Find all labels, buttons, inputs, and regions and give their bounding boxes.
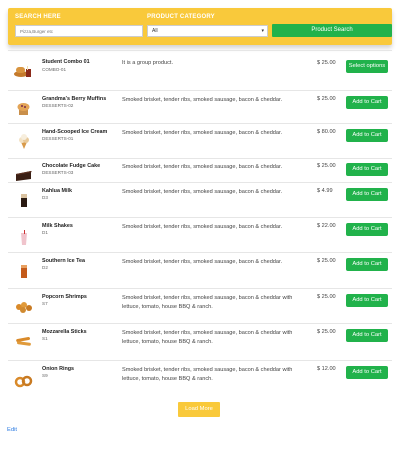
category-selected-value: All (152, 28, 158, 34)
product-description: Smoked brisket, tender ribs, smoked saus… (122, 367, 293, 382)
product-code: S9 (42, 373, 48, 378)
product-name: Grandma's Berry Muffins (42, 96, 107, 102)
product-price: $ 4.99 (317, 188, 333, 194)
product-price: $ 25.00 (317, 60, 336, 66)
chevron-down-icon: ▾ (261, 28, 264, 34)
product-price: $ 25.00 (317, 258, 336, 264)
kahlua-milk-image (13, 192, 35, 208)
product-category-label: PRODUCT CATEGORY (147, 14, 215, 20)
muffin-image (13, 100, 35, 116)
table-row: Popcorn Shrimps S7 Smoked brisket, tende… (8, 288, 392, 323)
product-description: Smoked brisket, tender ribs, smoked saus… (122, 97, 283, 103)
product-code: DESSERTS-01 (42, 136, 74, 141)
search-input[interactable] (15, 25, 143, 37)
product-search-button[interactable]: Product Search (272, 24, 392, 37)
product-code: DESSERTS-03 (42, 170, 74, 175)
product-description: Smoked brisket, tender ribs, smoked saus… (122, 164, 283, 170)
product-price: $ 12.00 (317, 366, 336, 372)
product-description: Smoked brisket, tender ribs, smoked saus… (122, 130, 283, 136)
popcorn-shrimp-image (13, 298, 35, 314)
table-row: Hand-Scooped Ice Cream DESSERTS-01 Smoke… (8, 123, 392, 158)
product-description: Smoked brisket, tender ribs, smoked saus… (122, 189, 283, 195)
product-name: Mozzarella Sticks (42, 329, 87, 335)
add-to-cart-button[interactable]: Add to Cart (346, 329, 388, 342)
product-code: S7 (42, 301, 48, 306)
product-name: Milk Shakes (42, 223, 73, 229)
table-row: Kahlua Milk D3 Smoked brisket, tender ri… (8, 182, 392, 217)
product-category-select[interactable]: All ▾ (147, 25, 268, 37)
add-to-cart-button[interactable]: Add to Cart (346, 96, 388, 109)
product-price: $ 80.00 (317, 129, 336, 135)
milk-shake-image (13, 230, 35, 246)
product-name: Onion Rings (42, 366, 75, 372)
add-to-cart-button[interactable]: Add to Cart (346, 129, 388, 142)
mozzarella-sticks-image (13, 333, 35, 349)
ice-tea-image (13, 263, 35, 279)
product-description: Smoked brisket, tender ribs, smoked saus… (122, 295, 293, 310)
product-name: Popcorn Shrimps (42, 294, 87, 300)
search-label: SEARCH HERE (15, 14, 61, 20)
product-price: $ 25.00 (317, 329, 336, 335)
product-code: S1 (42, 336, 48, 341)
product-code: DESSERTS-02 (42, 103, 74, 108)
product-name: Southern Ice Tea (42, 258, 86, 264)
product-price: $ 25.00 (317, 294, 336, 300)
load-more-button[interactable]: Load More (178, 402, 220, 417)
fudge-cake-image (13, 166, 35, 182)
product-name: Chocolate Fudge Cake (42, 163, 101, 169)
ice-cream-image (13, 133, 35, 149)
add-to-cart-button[interactable]: Add to Cart (346, 163, 388, 176)
product-name: Hand-Scooped Ice Cream (42, 129, 108, 135)
select-options-button[interactable]: Select options (346, 60, 388, 73)
edit-link[interactable]: Edit (7, 427, 17, 433)
product-name: Student Combo 01 (42, 59, 90, 65)
search-panel: SEARCH HERE PRODUCT CATEGORY All ▾ Produ… (8, 8, 392, 45)
product-description: Smoked brisket, tender ribs, smoked saus… (122, 330, 293, 345)
product-price: $ 22.00 (317, 223, 336, 229)
add-to-cart-button[interactable]: Add to Cart (346, 223, 388, 236)
table-row: Grandma's Berry Muffins DESSERTS-02 Smok… (8, 90, 392, 123)
product-price: $ 25.00 (317, 163, 336, 169)
product-code: D1 (42, 230, 48, 235)
product-price: $ 25.00 (317, 96, 336, 102)
onion-rings-image (13, 373, 35, 389)
add-to-cart-button[interactable]: Add to Cart (346, 258, 388, 271)
table-row: Mozzarella Sticks S1 Smoked brisket, ten… (8, 323, 392, 360)
add-to-cart-button[interactable]: Add to Cart (346, 188, 388, 201)
product-description: Smoked brisket, tender ribs, smoked saus… (122, 224, 283, 230)
table-row: Chocolate Fudge Cake DESSERTS-03 Smoked … (8, 158, 392, 182)
table-row: Southern Ice Tea D2 Smoked brisket, tend… (8, 252, 392, 288)
table-row: Onion Rings S9 Smoked brisket, tender ri… (8, 360, 392, 400)
table-row: Milk Shakes D1 Smoked brisket, tender ri… (8, 217, 392, 252)
add-to-cart-button[interactable]: Add to Cart (346, 366, 388, 379)
table-row: Student Combo 01 COMBO-01 It is a group … (8, 50, 392, 90)
combo-image (13, 63, 35, 79)
product-description: Smoked brisket, tender ribs, smoked saus… (122, 259, 283, 265)
add-to-cart-button[interactable]: Add to Cart (346, 294, 388, 307)
product-code: D3 (42, 195, 48, 200)
product-code: D2 (42, 265, 48, 270)
product-name: Kahlua Milk (42, 188, 72, 194)
product-description: It is a group product. (122, 60, 173, 66)
product-code: COMBO-01 (42, 67, 66, 72)
